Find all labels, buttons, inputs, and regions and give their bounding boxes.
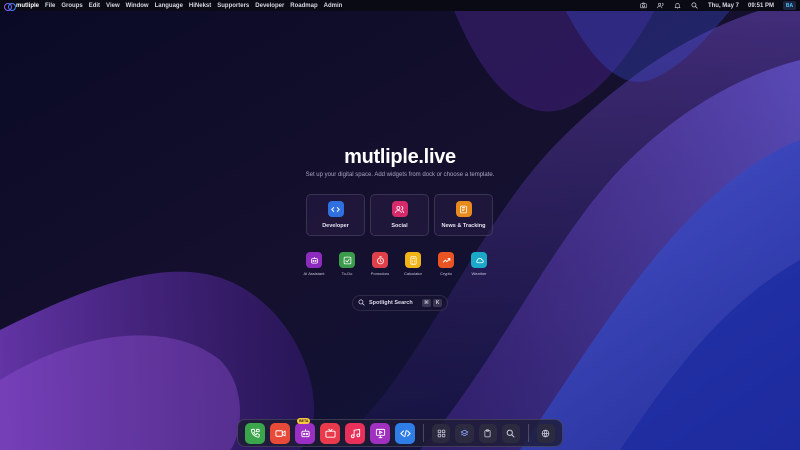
menu-items: File Groups Edit View Window Language Hi… — [45, 3, 342, 9]
dock-tool-grid[interactable] — [432, 423, 451, 443]
dock-tool-layers[interactable] — [455, 423, 474, 443]
menu-hinekst[interactable]: HiNekst — [189, 3, 211, 9]
trend-icon — [438, 252, 454, 268]
menu-view[interactable]: View — [106, 3, 120, 9]
dock: BETA — [237, 417, 563, 447]
layers-icon — [460, 429, 469, 436]
camera-icon[interactable] — [640, 2, 648, 10]
shortcut-keys: ⌘ K — [422, 299, 442, 307]
shortcut-key-k: K — [433, 299, 442, 307]
menu-admin[interactable]: Admin — [324, 3, 343, 9]
dock-app-tv[interactable] — [320, 422, 341, 444]
search-icon — [358, 299, 365, 308]
phone-video-icon — [250, 428, 260, 438]
widget-label: AI Assistant — [303, 271, 325, 276]
page-title: mutliple.live — [344, 146, 456, 168]
clipboard-icon — [484, 428, 491, 437]
widget-calculator[interactable]: Calculator — [402, 252, 424, 276]
widget-pomodoro[interactable]: Pomodoro — [369, 252, 391, 276]
dock-app-ai-assistant[interactable]: BETA — [295, 417, 316, 444]
dock-tool-search[interactable] — [501, 423, 520, 443]
shortcut-key-cmd: ⌘ — [422, 299, 431, 307]
robot-icon — [300, 428, 310, 437]
dock-separator — [527, 424, 529, 442]
presentation-icon — [375, 428, 385, 438]
globe-icon — [542, 429, 550, 437]
code-icon — [327, 201, 344, 217]
widget-crypto[interactable]: Crypto — [435, 252, 457, 276]
video-camera-icon — [275, 429, 286, 437]
dock-tool-globe[interactable] — [536, 423, 555, 443]
brand-logo-icon — [4, 2, 16, 11]
template-developer[interactable]: Developer — [306, 194, 365, 236]
search-icon[interactable] — [691, 2, 699, 10]
menu-file[interactable]: File — [45, 3, 55, 9]
template-label: Social — [391, 223, 408, 229]
dock-app-video[interactable] — [270, 422, 291, 444]
spotlight-search-button[interactable]: Spotlight Search ⌘ K — [352, 295, 448, 311]
template-label: Developer — [322, 223, 349, 229]
page-subtitle: Set up your digital space. Add widgets f… — [305, 172, 495, 178]
widget-label: Calculator — [403, 271, 422, 276]
menu-window[interactable]: Window — [126, 3, 149, 9]
music-icon — [350, 428, 360, 438]
menu-groups[interactable]: Groups — [61, 3, 82, 9]
widget-label: Weather — [471, 271, 487, 276]
robot-icon — [306, 252, 322, 268]
widget-label: Crypto — [440, 271, 452, 276]
brand[interactable]: mutliple — [4, 2, 40, 11]
users-icon — [391, 201, 408, 217]
template-news-tracking[interactable]: News & Tracking — [434, 194, 493, 236]
widget-label: To-Do — [341, 271, 353, 276]
menu-bar: mutliple File Groups Edit View Window La… — [0, 0, 800, 11]
menu-language[interactable]: Language — [155, 3, 183, 9]
brand-name: mutliple — [16, 2, 40, 9]
widget-weather[interactable]: Weather — [468, 252, 490, 276]
template-social[interactable]: Social — [370, 194, 429, 236]
dock-tool-clipboard[interactable] — [478, 423, 497, 443]
menu-edit[interactable]: Edit — [89, 3, 100, 9]
calculator-icon — [405, 252, 421, 268]
menu-time: 09:51 PM — [747, 2, 774, 9]
tv-icon — [325, 428, 336, 438]
widget-ai-assistant[interactable]: AI Assistant — [303, 252, 325, 276]
dock-app-code[interactable] — [395, 422, 416, 444]
avatar[interactable]: BA — [783, 1, 796, 10]
dock-app-calls[interactable] — [245, 422, 266, 444]
checkbox-icon — [339, 252, 355, 268]
bell-icon[interactable] — [674, 2, 682, 10]
dock-app-presentation[interactable] — [370, 422, 391, 444]
template-label: News & Tracking — [441, 223, 486, 229]
menu-supporters[interactable]: Supporters — [217, 3, 249, 9]
menu-date: Thu, May 7 — [707, 2, 739, 9]
grid-icon — [437, 429, 446, 437]
widget-label: Pomodoro — [370, 271, 390, 276]
code-icon — [400, 429, 411, 437]
newspaper-icon — [455, 201, 472, 217]
menu-developer[interactable]: Developer — [255, 3, 284, 9]
spotlight-label: Spotlight Search — [369, 300, 413, 306]
timer-icon — [372, 252, 388, 268]
menu-status-area: Thu, May 7 09:51 PM BA — [640, 1, 796, 10]
widget-list: AI Assistant To-Do Pomodoro Calculator C… — [303, 252, 490, 276]
beta-badge: BETA — [297, 417, 311, 424]
dock-app-music[interactable] — [345, 422, 366, 444]
users-icon[interactable] — [657, 2, 665, 10]
template-list: Developer Social News & Tracking — [306, 194, 493, 236]
dock-separator — [423, 424, 425, 442]
widget-todo[interactable]: To-Do — [336, 252, 358, 276]
cloud-icon — [471, 252, 487, 268]
menu-roadmap[interactable]: Roadmap — [290, 3, 317, 9]
search-icon — [506, 429, 515, 438]
